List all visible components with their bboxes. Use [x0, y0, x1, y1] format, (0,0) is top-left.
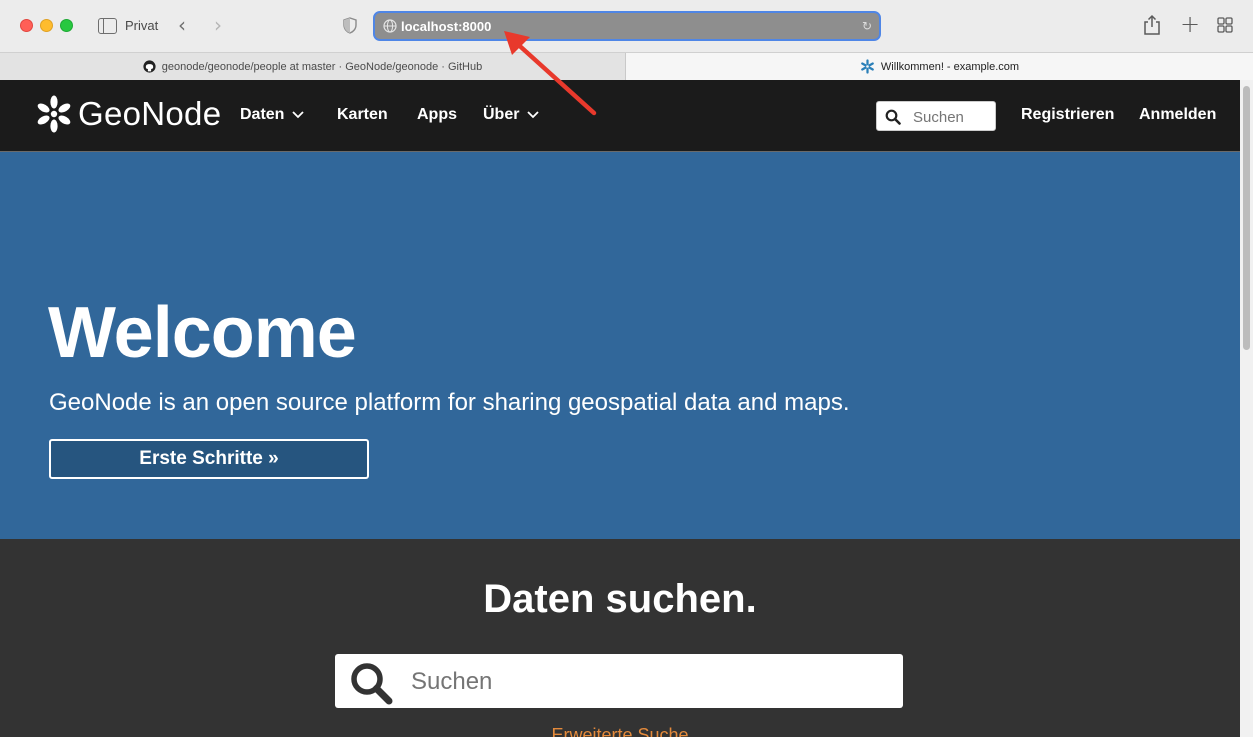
nav-daten-dropdown[interactable]: Daten: [240, 106, 305, 124]
main-search-input[interactable]: [411, 666, 881, 698]
reload-icon[interactable]: ↻: [862, 19, 872, 33]
hero-subtitle: GeoNode is an open source platform for s…: [49, 389, 850, 416]
close-window-button[interactable]: [20, 19, 33, 32]
share-icon[interactable]: [1143, 14, 1161, 36]
page-scrollbar[interactable]: [1240, 80, 1253, 737]
advanced-search-link[interactable]: Erweiterte Suche: [0, 725, 1240, 737]
tab-geonode[interactable]: Willkommen! - example.com: [626, 53, 1253, 80]
sidebar-toggle-icon[interactable]: [98, 18, 117, 34]
main-search-box[interactable]: [335, 654, 903, 708]
nav-label: Apps: [417, 106, 457, 123]
minimize-window-button[interactable]: [40, 19, 53, 32]
page-viewport: GeoNode Daten Karten Apps Über Registrie…: [0, 80, 1240, 737]
data-search-section: Daten suchen. Erweiterte Suche: [0, 539, 1240, 737]
forward-button[interactable]: ›: [214, 14, 222, 36]
login-label: Anmelden: [1139, 106, 1217, 123]
chevron-down-icon: [292, 111, 305, 119]
address-text[interactable]: localhost:8000: [401, 19, 491, 34]
site-navbar: GeoNode Daten Karten Apps Über Registrie…: [0, 80, 1240, 152]
zoom-window-button[interactable]: [60, 19, 73, 32]
search-section-title: Daten suchen.: [483, 577, 757, 621]
brand-name: GeoNode: [78, 95, 222, 132]
github-icon: [143, 60, 156, 73]
tab-label: Willkommen! - example.com: [880, 60, 1020, 73]
private-mode-label: Privat: [125, 18, 159, 33]
tab-label: geonode/geonode/people at master · GeoNo…: [161, 60, 483, 73]
back-button[interactable]: ‹: [178, 14, 186, 36]
nav-label: Daten: [240, 106, 285, 123]
annotation-arrow-icon: [504, 31, 597, 116]
address-bar[interactable]: localhost:8000 ↻: [373, 11, 881, 41]
register-link[interactable]: Registrieren: [1021, 106, 1114, 124]
geonode-favicon-icon: [860, 59, 875, 74]
browser-toolbar: Privat ‹ › localhost:8000 ↻ +: [0, 0, 1253, 52]
new-tab-icon[interactable]: +: [1180, 12, 1200, 36]
tab-overview-icon[interactable]: [1217, 17, 1233, 33]
tab-bar: geonode/geonode/people at master · GeoNo…: [0, 52, 1253, 80]
globe-icon: [383, 19, 397, 33]
nav-apps[interactable]: Apps: [417, 106, 457, 124]
hero-title: Welcome: [48, 293, 357, 373]
get-started-button[interactable]: Erste Schritte »: [49, 439, 369, 479]
nav-karten[interactable]: Karten: [337, 106, 388, 124]
login-link[interactable]: Anmelden: [1139, 106, 1216, 124]
search-icon: [885, 109, 901, 125]
hero-section: Welcome GeoNode is an open source platfo…: [0, 152, 1240, 539]
geonode-logo-icon: [37, 95, 71, 133]
geonode-logo[interactable]: GeoNode: [34, 94, 221, 134]
register-label: Registrieren: [1021, 106, 1115, 123]
nav-search-box[interactable]: [876, 101, 996, 131]
nav-search-input[interactable]: [913, 107, 993, 127]
scrollbar-thumb[interactable]: [1243, 86, 1250, 350]
nav-label: Karten: [337, 106, 388, 123]
privacy-shield-icon[interactable]: [343, 17, 357, 34]
search-icon: [351, 663, 393, 705]
